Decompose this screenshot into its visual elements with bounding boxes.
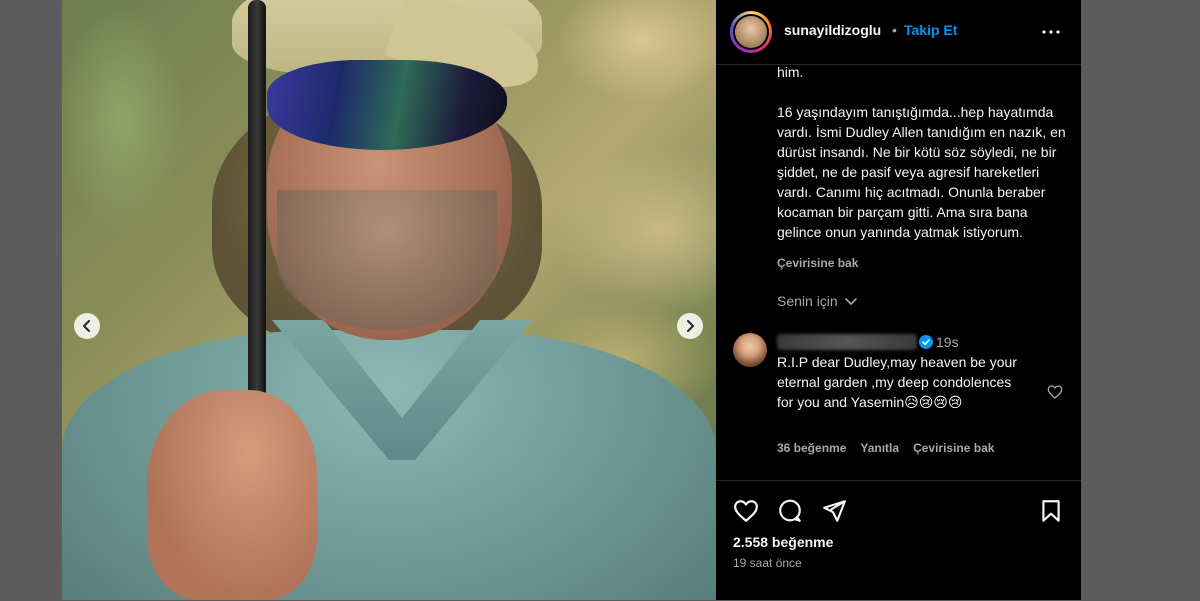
author-avatar[interactable] [730, 11, 772, 53]
comment-meta: 36 beğenme Yanıtla Çevirisine bak [777, 441, 994, 455]
chevron-right-icon [687, 320, 694, 332]
post-photo [62, 0, 716, 600]
post-likes-count[interactable]: 2.558 beğenme [733, 534, 833, 550]
author-username[interactable]: sunayildizoglu [784, 22, 881, 38]
bookmark-save-icon[interactable] [1038, 498, 1064, 524]
caption-prev-line: him. [777, 64, 804, 80]
verified-badge-icon [919, 335, 933, 349]
more-horizontal-icon[interactable] [1039, 20, 1063, 44]
caption-gap [777, 82, 1069, 102]
caption-see-translation-link[interactable]: Çevirisine bak [777, 256, 858, 270]
page-backdrop-right [1081, 0, 1200, 600]
commenter-username-blurred[interactable] [777, 334, 917, 350]
header-separator: • [892, 22, 897, 38]
comment-time: 19s [936, 334, 959, 350]
share-paper-plane-icon[interactable] [821, 498, 847, 524]
chevron-down-icon [844, 298, 857, 305]
page-backdrop-left [0, 0, 62, 600]
post-caption: him. 16 yaşındayım tanıştığımda...hep ha… [777, 62, 1069, 242]
post-timestamp[interactable]: 19 saat önce [733, 556, 802, 570]
follow-button[interactable]: Takip Et [904, 22, 957, 38]
comment-like-heart-icon[interactable] [1047, 384, 1063, 400]
comment-see-translation-link[interactable]: Çevirisine bak [913, 441, 994, 455]
post-header: sunayildizoglu • Takip Et [716, 0, 1081, 65]
carousel-next-button[interactable] [677, 313, 703, 339]
carousel-prev-button[interactable] [74, 313, 100, 339]
photo-beard [277, 190, 497, 330]
comment-bubble-icon[interactable] [777, 498, 803, 524]
like-heart-icon[interactable] [733, 498, 759, 524]
caption-body: 16 yaşındayım tanıştığımda...hep hayatım… [777, 104, 1066, 240]
commenter-avatar[interactable] [733, 333, 767, 367]
post-actions: 2.558 beğenme 19 saat önce [716, 480, 1081, 601]
for-you-toggle[interactable]: Senin için [777, 293, 858, 309]
post-side-panel: sunayildizoglu • Takip Et him. 16 yaşınd… [716, 0, 1081, 600]
comment-reply-link[interactable]: Yanıtla [860, 441, 899, 455]
avatar-image [735, 16, 767, 48]
chevron-left-icon [83, 320, 90, 332]
photo-hand [147, 390, 317, 600]
photo-fishing-rod [248, 0, 266, 440]
comment-likes-count[interactable]: 36 beğenme [777, 441, 846, 455]
comment-text: R.I.P dear Dudley,may heaven be your ete… [777, 354, 1017, 410]
avatar-ring-gap [733, 14, 769, 50]
for-you-label: Senin için [777, 293, 838, 309]
